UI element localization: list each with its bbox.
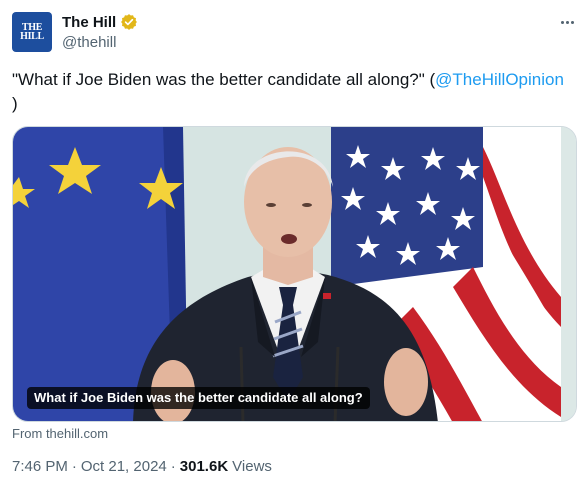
verified-badge-icon[interactable] — [120, 13, 138, 31]
author-name-row: The Hill — [62, 12, 138, 32]
mention-link[interactable]: @TheHillOpinion — [435, 70, 564, 89]
tweet-text: "What if Joe Biden was the better candid… — [12, 68, 580, 116]
tweet-date[interactable]: Oct 21, 2024 — [81, 458, 167, 475]
tweet-card[interactable]: THE HILL The Hill @thehill "What if Joe … — [0, 0, 587, 488]
handle[interactable]: @thehill — [62, 34, 138, 51]
views-count: 301.6K — [179, 458, 229, 475]
tweet-time[interactable]: 7:46 PM — [12, 458, 68, 475]
media-caption: What if Joe Biden was the better candida… — [27, 387, 370, 409]
views-label: Views — [232, 458, 272, 475]
more-options-icon[interactable] — [555, 12, 579, 32]
tweet-text-end: ) — [12, 94, 18, 113]
display-name[interactable]: The Hill — [62, 14, 116, 31]
author-block[interactable]: The Hill @thehill — [62, 12, 138, 51]
article-image — [13, 127, 576, 421]
link-source[interactable]: From thehill.com — [12, 426, 108, 441]
meta-separator: · — [71, 458, 77, 475]
avatar[interactable]: THE HILL — [12, 12, 52, 52]
media-card[interactable]: What if Joe Biden was the better candida… — [12, 126, 577, 422]
meta-separator-2: · — [170, 458, 176, 475]
tweet-text-start: "What if Joe Biden was the better candid… — [12, 70, 436, 89]
avatar-text-bottom: HILL — [20, 31, 44, 42]
tweet-meta: 7:46 PM · Oct 21, 2024 · 301.6K Views — [12, 458, 272, 475]
